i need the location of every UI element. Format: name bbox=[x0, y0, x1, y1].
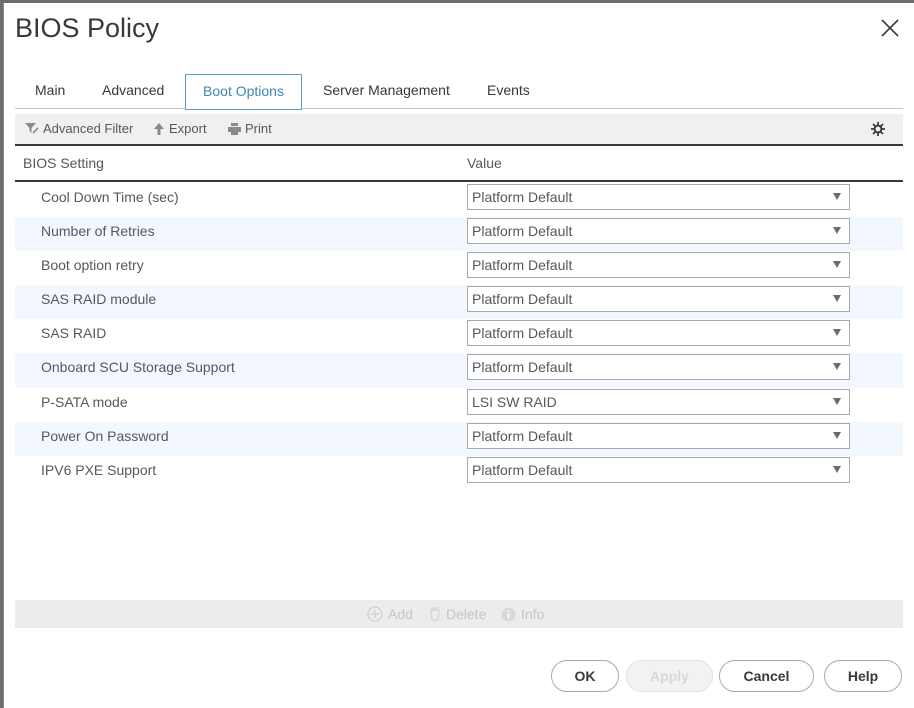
tab-bar: Main Advanced Boot Options Server Manage… bbox=[15, 74, 903, 110]
close-icon bbox=[881, 19, 899, 37]
value-dropdown[interactable]: Platform Default bbox=[467, 218, 850, 245]
value-dropdown[interactable]: LSI SW RAID bbox=[467, 388, 850, 415]
tab-main[interactable]: Main bbox=[35, 74, 65, 109]
add-label: Add bbox=[388, 606, 413, 622]
tab-events[interactable]: Events bbox=[487, 74, 530, 109]
export-label: Export bbox=[169, 121, 207, 136]
help-button[interactable]: Help bbox=[824, 660, 902, 692]
chevron-down-icon bbox=[833, 363, 841, 371]
dropdown-value: Platform Default bbox=[472, 427, 573, 444]
column-header-bios-setting[interactable]: BIOS Setting bbox=[23, 155, 104, 171]
chevron-down-icon bbox=[833, 193, 841, 200]
delete-label: Delete bbox=[446, 606, 487, 622]
table-row: SAS RAID Platform Default bbox=[15, 319, 903, 353]
setting-label: IPV6 PXE Support bbox=[41, 461, 157, 478]
info-icon bbox=[501, 607, 516, 621]
print-button[interactable]: Print bbox=[228, 114, 272, 144]
dropdown-value: Platform Default bbox=[472, 223, 573, 240]
setting-label: SAS RAID bbox=[41, 325, 107, 342]
setting-label: P-SATA mode bbox=[41, 393, 128, 410]
advanced-filter-button[interactable]: Advanced Filter bbox=[25, 114, 133, 144]
chevron-down-icon bbox=[833, 295, 841, 303]
plus-circle-icon bbox=[367, 606, 383, 622]
table-row: Boot option retry Platform Default bbox=[15, 251, 903, 285]
table-row: Power On Password Platform Default bbox=[15, 421, 903, 456]
export-button[interactable]: Export bbox=[153, 114, 207, 144]
delete-button[interactable]: Delete bbox=[429, 600, 486, 628]
table-header: BIOS Setting Value bbox=[15, 147, 903, 182]
chevron-down-icon bbox=[833, 329, 841, 337]
chevron-down-icon bbox=[833, 431, 841, 439]
trash-icon bbox=[430, 607, 440, 621]
tab-boot-options[interactable]: Boot Options bbox=[185, 74, 302, 110]
value-dropdown[interactable]: Platform Default bbox=[467, 286, 850, 313]
tab-server-management[interactable]: Server Management bbox=[323, 74, 450, 109]
dropdown-value: Platform Default bbox=[472, 257, 573, 274]
setting-label: Number of Retries bbox=[41, 223, 155, 240]
table-row: P-SATA mode LSI SW RAID bbox=[15, 388, 903, 422]
table-body: Cool Down Time (sec) Platform Default Nu… bbox=[15, 183, 903, 490]
value-dropdown[interactable]: Platform Default bbox=[467, 252, 850, 279]
setting-label: Onboard SCU Storage Support bbox=[41, 359, 235, 376]
dropdown-value: LSI SW RAID bbox=[472, 393, 557, 410]
value-dropdown[interactable]: Platform Default bbox=[467, 354, 850, 381]
table-toolbar: Advanced Filter Export Print bbox=[15, 114, 903, 146]
dropdown-value: Platform Default bbox=[472, 189, 573, 205]
close-button[interactable] bbox=[880, 18, 900, 38]
dialog-title: BIOS Policy bbox=[15, 13, 160, 43]
value-dropdown[interactable]: Platform Default bbox=[467, 320, 850, 347]
value-dropdown[interactable]: Platform Default bbox=[467, 184, 850, 210]
filter-icon bbox=[25, 123, 39, 134]
info-button[interactable]: Info bbox=[501, 600, 544, 628]
advanced-filter-label: Advanced Filter bbox=[43, 121, 134, 136]
value-dropdown[interactable]: Platform Default bbox=[467, 422, 850, 449]
column-header-value[interactable]: Value bbox=[467, 155, 502, 171]
table-row: SAS RAID module Platform Default bbox=[15, 285, 903, 320]
value-dropdown[interactable]: Platform Default bbox=[467, 456, 850, 483]
gear-icon bbox=[871, 122, 885, 136]
printer-icon bbox=[228, 123, 241, 135]
settings-button[interactable] bbox=[871, 114, 889, 144]
ok-button[interactable]: OK bbox=[551, 660, 619, 692]
print-label: Print bbox=[245, 121, 272, 136]
setting-label: Power On Password bbox=[41, 427, 169, 444]
setting-label: Cool Down Time (sec) bbox=[41, 189, 179, 205]
table-row: Onboard SCU Storage Support Platform Def… bbox=[15, 353, 903, 388]
bios-policy-dialog: BIOS Policy Main Advanced Boot Options S… bbox=[3, 3, 914, 708]
dropdown-value: Platform Default bbox=[472, 291, 573, 308]
row-actions-bar: Add Delete Info bbox=[15, 600, 903, 628]
table-row: Cool Down Time (sec) Platform Default bbox=[15, 183, 903, 217]
chevron-down-icon bbox=[833, 261, 841, 269]
table-row: Number of Retries Platform Default bbox=[15, 217, 903, 252]
setting-label: Boot option retry bbox=[41, 257, 144, 274]
chevron-down-icon bbox=[833, 227, 841, 235]
chevron-down-icon bbox=[833, 465, 841, 473]
apply-button[interactable]: Apply bbox=[626, 660, 713, 692]
chevron-down-icon bbox=[833, 397, 841, 405]
setting-label: SAS RAID module bbox=[41, 291, 157, 308]
table-row: IPV6 PXE Support Platform Default bbox=[15, 456, 903, 490]
add-button[interactable]: Add bbox=[367, 600, 413, 628]
arrow-up-icon bbox=[154, 123, 164, 135]
dropdown-value: Platform Default bbox=[472, 325, 573, 342]
info-label: Info bbox=[521, 606, 545, 622]
cancel-button[interactable]: Cancel bbox=[719, 660, 814, 692]
dropdown-value: Platform Default bbox=[472, 359, 573, 376]
dropdown-value: Platform Default bbox=[472, 461, 573, 478]
tab-advanced[interactable]: Advanced bbox=[102, 74, 164, 109]
